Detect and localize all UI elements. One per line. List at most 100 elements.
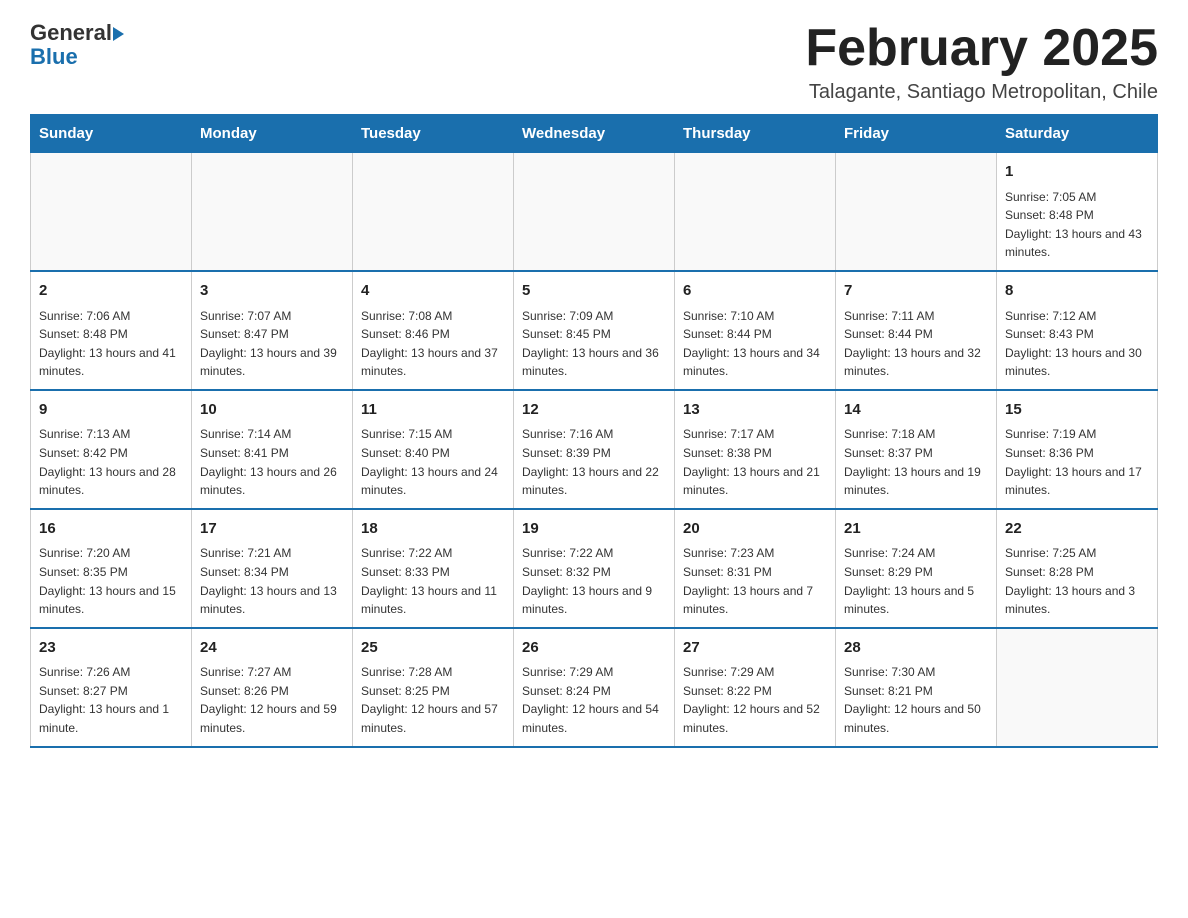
calendar-cell: 12 Sunrise: 7:16 AM Sunset: 8:39 PM Dayli… (514, 390, 675, 509)
calendar-cell: 8 Sunrise: 7:12 AM Sunset: 8:43 PM Daylig… (997, 271, 1158, 390)
day-info: Sunrise: 7:28 AM Sunset: 8:25 PM Dayligh… (361, 663, 505, 737)
calendar-cell: 3 Sunrise: 7:07 AM Sunset: 8:47 PM Daylig… (192, 271, 353, 390)
calendar-week-row: 1 Sunrise: 7:05 AM Sunset: 8:48 PM Daylig… (31, 153, 1158, 271)
calendar-cell: 20 Sunrise: 7:23 AM Sunset: 8:31 PM Dayli… (675, 509, 836, 628)
day-number: 9 (39, 399, 183, 422)
day-number: 21 (844, 518, 988, 541)
calendar-cell: 16 Sunrise: 7:20 AM Sunset: 8:35 PM Dayli… (31, 509, 192, 628)
calendar-title: February 2025 (805, 20, 1158, 77)
day-number: 25 (361, 637, 505, 660)
calendar-cell: 10Sunrise: 7:14 AM Sunset: 8:41 PM Dayli… (192, 390, 353, 509)
calendar-cell: 11 Sunrise: 7:15 AM Sunset: 8:40 PM Dayli… (353, 390, 514, 509)
page-header: General Blue February 2025 Talagante, Sa… (30, 20, 1158, 104)
day-number: 24 (200, 637, 344, 660)
calendar-cell (353, 153, 514, 271)
calendar-cell (997, 628, 1158, 747)
calendar-cell (192, 153, 353, 271)
day-info: Sunrise: 7:08 AM Sunset: 8:46 PM Dayligh… (361, 307, 505, 381)
day-number: 7 (844, 280, 988, 303)
day-info: Sunrise: 7:26 AM Sunset: 8:27 PM Dayligh… (39, 663, 183, 737)
calendar-cell: 28Sunrise: 7:30 AM Sunset: 8:21 PM Dayli… (836, 628, 997, 747)
calendar-cell: 2 Sunrise: 7:06 AM Sunset: 8:48 PM Daylig… (31, 271, 192, 390)
calendar-cell: 25 Sunrise: 7:28 AM Sunset: 8:25 PM Dayli… (353, 628, 514, 747)
day-info: Sunrise: 7:22 AM Sunset: 8:32 PM Dayligh… (522, 544, 666, 618)
calendar-cell: 13 Sunrise: 7:17 AM Sunset: 8:38 PM Dayli… (675, 390, 836, 509)
day-number: 13 (683, 399, 827, 422)
col-sunday: Sunday (31, 115, 192, 153)
day-info: Sunrise: 7:16 AM Sunset: 8:39 PM Dayligh… (522, 425, 666, 499)
day-number: 2 (39, 280, 183, 303)
calendar-cell: 21Sunrise: 7:24 AM Sunset: 8:29 PM Dayli… (836, 509, 997, 628)
calendar-cell: 22Sunrise: 7:25 AM Sunset: 8:28 PM Dayli… (997, 509, 1158, 628)
col-friday: Friday (836, 115, 997, 153)
logo-blue-text: Blue (30, 44, 78, 70)
day-number: 4 (361, 280, 505, 303)
day-info: Sunrise: 7:06 AM Sunset: 8:48 PM Dayligh… (39, 307, 183, 381)
calendar-cell (836, 153, 997, 271)
day-info: Sunrise: 7:21 AM Sunset: 8:34 PM Dayligh… (200, 544, 344, 618)
col-saturday: Saturday (997, 115, 1158, 153)
day-number: 1 (1005, 161, 1149, 184)
day-number: 16 (39, 518, 183, 541)
day-info: Sunrise: 7:20 AM Sunset: 8:35 PM Dayligh… (39, 544, 183, 618)
calendar-cell: 19 Sunrise: 7:22 AM Sunset: 8:32 PM Dayli… (514, 509, 675, 628)
day-info: Sunrise: 7:23 AM Sunset: 8:31 PM Dayligh… (683, 544, 827, 618)
logo-arrow-icon (113, 27, 124, 41)
day-info: Sunrise: 7:09 AM Sunset: 8:45 PM Dayligh… (522, 307, 666, 381)
day-info: Sunrise: 7:11 AM Sunset: 8:44 PM Dayligh… (844, 307, 988, 381)
col-wednesday: Wednesday (514, 115, 675, 153)
calendar-cell: 6Sunrise: 7:10 AM Sunset: 8:44 PM Daylig… (675, 271, 836, 390)
col-thursday: Thursday (675, 115, 836, 153)
logo: General Blue (30, 20, 124, 70)
calendar-week-row: 2 Sunrise: 7:06 AM Sunset: 8:48 PM Daylig… (31, 271, 1158, 390)
location-subtitle: Talagante, Santiago Metropolitan, Chile (805, 81, 1158, 104)
day-info: Sunrise: 7:15 AM Sunset: 8:40 PM Dayligh… (361, 425, 505, 499)
calendar-cell: 24 Sunrise: 7:27 AM Sunset: 8:26 PM Dayli… (192, 628, 353, 747)
calendar-cell: 7 Sunrise: 7:11 AM Sunset: 8:44 PM Daylig… (836, 271, 997, 390)
calendar-header-row: Sunday Monday Tuesday Wednesday Thursday… (31, 115, 1158, 153)
day-number: 5 (522, 280, 666, 303)
day-number: 20 (683, 518, 827, 541)
col-tuesday: Tuesday (353, 115, 514, 153)
day-number: 11 (361, 399, 505, 422)
calendar-cell: 1 Sunrise: 7:05 AM Sunset: 8:48 PM Daylig… (997, 153, 1158, 271)
day-number: 27 (683, 637, 827, 660)
calendar-cell: 5 Sunrise: 7:09 AM Sunset: 8:45 PM Daylig… (514, 271, 675, 390)
col-monday: Monday (192, 115, 353, 153)
day-number: 19 (522, 518, 666, 541)
day-info: Sunrise: 7:27 AM Sunset: 8:26 PM Dayligh… (200, 663, 344, 737)
day-info: Sunrise: 7:14 AM Sunset: 8:41 PM Dayligh… (200, 425, 344, 499)
calendar-table: Sunday Monday Tuesday Wednesday Thursday… (30, 114, 1158, 747)
day-number: 12 (522, 399, 666, 422)
day-info: Sunrise: 7:13 AM Sunset: 8:42 PM Dayligh… (39, 425, 183, 499)
calendar-cell: 26Sunrise: 7:29 AM Sunset: 8:24 PM Dayli… (514, 628, 675, 747)
day-info: Sunrise: 7:29 AM Sunset: 8:22 PM Dayligh… (683, 663, 827, 737)
calendar-cell: 15Sunrise: 7:19 AM Sunset: 8:36 PM Dayli… (997, 390, 1158, 509)
day-number: 17 (200, 518, 344, 541)
calendar-cell: 23Sunrise: 7:26 AM Sunset: 8:27 PM Dayli… (31, 628, 192, 747)
day-info: Sunrise: 7:25 AM Sunset: 8:28 PM Dayligh… (1005, 544, 1149, 618)
calendar-cell: 9 Sunrise: 7:13 AM Sunset: 8:42 PM Daylig… (31, 390, 192, 509)
day-info: Sunrise: 7:07 AM Sunset: 8:47 PM Dayligh… (200, 307, 344, 381)
calendar-week-row: 23Sunrise: 7:26 AM Sunset: 8:27 PM Dayli… (31, 628, 1158, 747)
day-number: 6 (683, 280, 827, 303)
logo-general-text: General (30, 20, 112, 46)
calendar-cell (31, 153, 192, 271)
calendar-week-row: 16 Sunrise: 7:20 AM Sunset: 8:35 PM Dayli… (31, 509, 1158, 628)
calendar-cell: 14Sunrise: 7:18 AM Sunset: 8:37 PM Dayli… (836, 390, 997, 509)
day-info: Sunrise: 7:12 AM Sunset: 8:43 PM Dayligh… (1005, 307, 1149, 381)
day-info: Sunrise: 7:19 AM Sunset: 8:36 PM Dayligh… (1005, 425, 1149, 499)
day-number: 3 (200, 280, 344, 303)
calendar-cell (514, 153, 675, 271)
day-info: Sunrise: 7:29 AM Sunset: 8:24 PM Dayligh… (522, 663, 666, 737)
calendar-cell: 4 Sunrise: 7:08 AM Sunset: 8:46 PM Daylig… (353, 271, 514, 390)
day-number: 28 (844, 637, 988, 660)
title-section: February 2025 Talagante, Santiago Metrop… (805, 20, 1158, 104)
day-info: Sunrise: 7:22 AM Sunset: 8:33 PM Dayligh… (361, 544, 505, 618)
calendar-cell: 18Sunrise: 7:22 AM Sunset: 8:33 PM Dayli… (353, 509, 514, 628)
day-number: 8 (1005, 280, 1149, 303)
day-info: Sunrise: 7:18 AM Sunset: 8:37 PM Dayligh… (844, 425, 988, 499)
day-info: Sunrise: 7:05 AM Sunset: 8:48 PM Dayligh… (1005, 188, 1149, 262)
calendar-cell (675, 153, 836, 271)
day-info: Sunrise: 7:17 AM Sunset: 8:38 PM Dayligh… (683, 425, 827, 499)
